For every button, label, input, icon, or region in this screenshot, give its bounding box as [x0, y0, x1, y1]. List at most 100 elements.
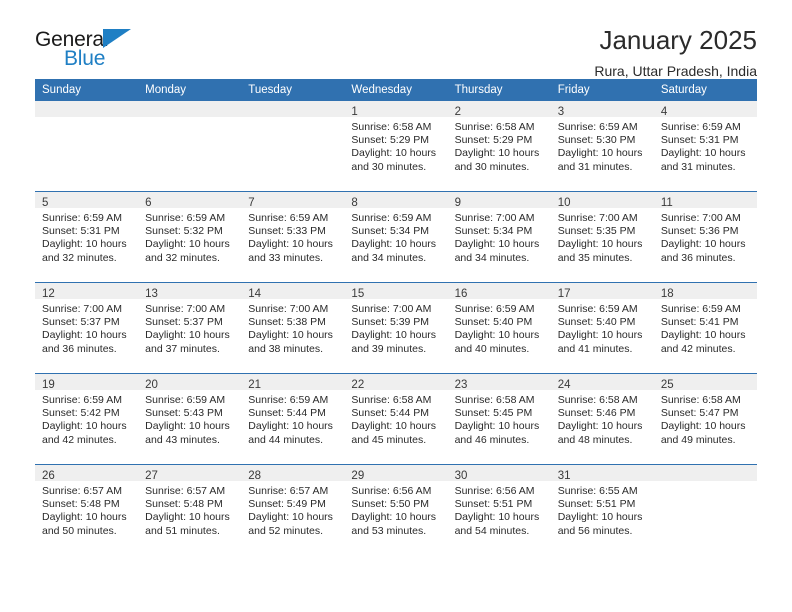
sunrise-text: Sunrise: 6:56 AM	[454, 485, 535, 497]
day-cell[interactable]: 31 Sunrise: 6:55 AM Sunset: 5:51 PM Dayligh…	[550, 464, 654, 555]
sunset-text: Sunset: 5:29 PM	[454, 134, 533, 147]
daylight-text: Daylight: 10 hours and 38 minutes.	[248, 329, 333, 355]
day-info: Sunrise: 6:59 AM Sunset: 5:44 PM Daylight:…	[241, 390, 344, 447]
day-cell[interactable]: 2 Sunrise: 6:58 AM Sunset: 5:29 PM Daylight…	[447, 101, 551, 192]
day-cell[interactable]: 29 Sunrise: 6:56 AM Sunset: 5:50 PM Dayligh…	[344, 464, 448, 555]
weekday-header-wednesday: Wednesday	[344, 79, 448, 101]
day-cell[interactable]: 14 Sunrise: 7:00 AM Sunset: 5:38 PM Dayligh…	[241, 282, 345, 374]
day-cell[interactable]: 11 Sunrise: 7:00 AM Sunset: 5:36 PM Dayligh…	[653, 191, 757, 283]
sunset-text: Sunset: 5:30 PM	[557, 134, 636, 147]
day-info: Sunrise: 6:59 AM Sunset: 5:43 PM Daylight:…	[138, 390, 241, 447]
calendar-week-row: 5 Sunrise: 6:59 AM Sunset: 5:31 PM Daylight…	[35, 191, 757, 283]
page-header: General Blue January 2025 Rura, Uttar Pr…	[35, 0, 757, 79]
calendar-week-row: 1 Sunrise: 6:58 AM Sunset: 5:29 PM Daylight…	[35, 101, 757, 192]
day-cell[interactable]: 25 Sunrise: 6:58 AM Sunset: 5:47 PM Dayligh…	[653, 373, 757, 465]
daylight-text: Daylight: 10 hours and 30 minutes.	[351, 147, 437, 173]
daylight-text: Daylight: 10 hours and 35 minutes.	[557, 238, 643, 264]
day-cell-empty	[35, 101, 139, 192]
sunset-text: Sunset: 5:40 PM	[454, 316, 533, 329]
day-cell[interactable]: 22 Sunrise: 6:58 AM Sunset: 5:44 PM Dayligh…	[344, 373, 448, 465]
day-number: 24	[550, 374, 654, 391]
daylight-text: Daylight: 10 hours and 45 minutes.	[351, 420, 437, 446]
day-cell[interactable]: 12 Sunrise: 7:00 AM Sunset: 5:37 PM Dayligh…	[35, 282, 139, 374]
daylight-text: Daylight: 10 hours and 36 minutes.	[42, 329, 127, 355]
day-number: 8	[344, 192, 448, 209]
day-cell[interactable]: 27 Sunrise: 6:57 AM Sunset: 5:48 PM Dayligh…	[138, 464, 242, 555]
daylight-text: Daylight: 10 hours and 40 minutes.	[454, 329, 540, 355]
day-cell[interactable]: 13 Sunrise: 7:00 AM Sunset: 5:37 PM Dayligh…	[138, 282, 242, 374]
weekday-header-tuesday: Tuesday	[241, 79, 345, 101]
day-cell-empty	[653, 464, 757, 555]
day-number: 20	[138, 374, 242, 391]
sunrise-text: Sunrise: 6:59 AM	[660, 121, 741, 133]
day-number: 26	[35, 465, 139, 482]
daylight-text: Daylight: 10 hours and 43 minutes.	[145, 420, 230, 446]
day-info: Sunrise: 6:59 AM Sunset: 5:40 PM Daylight:…	[551, 299, 654, 356]
day-cell[interactable]: 17 Sunrise: 6:59 AM Sunset: 5:40 PM Dayligh…	[550, 282, 654, 374]
day-cell[interactable]: 5 Sunrise: 6:59 AM Sunset: 5:31 PM Daylight…	[35, 191, 139, 283]
sunrise-text: Sunrise: 6:59 AM	[145, 212, 226, 224]
sunset-text: Sunset: 5:29 PM	[351, 134, 430, 147]
day-cell[interactable]: 4 Sunrise: 6:59 AM Sunset: 5:31 PM Daylight…	[653, 101, 757, 192]
daylight-text: Daylight: 10 hours and 39 minutes.	[351, 329, 437, 355]
day-cell[interactable]: 1 Sunrise: 6:58 AM Sunset: 5:29 PM Daylight…	[344, 101, 448, 192]
daylight-text: Daylight: 10 hours and 30 minutes.	[454, 147, 540, 173]
day-info: Sunrise: 7:00 AM Sunset: 5:37 PM Daylight:…	[138, 299, 241, 356]
day-number: 23	[447, 374, 551, 391]
daylight-text: Daylight: 10 hours and 51 minutes.	[145, 511, 230, 537]
sunrise-text: Sunrise: 6:59 AM	[557, 303, 638, 315]
day-cell[interactable]: 26 Sunrise: 6:57 AM Sunset: 5:48 PM Dayligh…	[35, 464, 139, 555]
day-number: 16	[447, 283, 551, 300]
sunset-text: Sunset: 5:38 PM	[248, 316, 326, 329]
page-subtitle: Rura, Uttar Pradesh, India	[594, 62, 757, 79]
sunset-text: Sunset: 5:41 PM	[660, 316, 739, 329]
day-cell[interactable]: 3 Sunrise: 6:59 AM Sunset: 5:30 PM Daylight…	[550, 101, 654, 192]
day-cell[interactable]: 21 Sunrise: 6:59 AM Sunset: 5:44 PM Dayligh…	[241, 373, 345, 465]
page-title: January 2025	[599, 25, 757, 55]
day-cell[interactable]: 9 Sunrise: 7:00 AM Sunset: 5:34 PM Daylight…	[447, 191, 551, 283]
day-info: Sunrise: 6:57 AM Sunset: 5:48 PM Daylight:…	[138, 481, 241, 538]
day-info: Sunrise: 7:00 AM Sunset: 5:37 PM Daylight:…	[35, 299, 138, 356]
day-number: 6	[138, 192, 242, 209]
day-number	[35, 101, 139, 117]
day-number: 12	[35, 283, 139, 300]
day-cell[interactable]: 19 Sunrise: 6:59 AM Sunset: 5:42 PM Dayligh…	[35, 373, 139, 465]
sunrise-text: Sunrise: 7:00 AM	[42, 303, 122, 315]
day-cell-empty	[241, 101, 345, 192]
day-cell[interactable]: 18 Sunrise: 6:59 AM Sunset: 5:41 PM Dayligh…	[653, 282, 757, 374]
day-info: Sunrise: 6:58 AM Sunset: 5:47 PM Daylight:…	[654, 390, 757, 447]
sunset-text: Sunset: 5:40 PM	[557, 316, 636, 329]
general-blue-logo[interactable]: General Blue	[35, 26, 155, 74]
day-info: Sunrise: 6:59 AM Sunset: 5:42 PM Daylight:…	[35, 390, 138, 447]
daylight-text: Daylight: 10 hours and 46 minutes.	[454, 420, 540, 446]
day-info: Sunrise: 6:59 AM Sunset: 5:40 PM Daylight:…	[448, 299, 551, 356]
day-cell[interactable]: 30 Sunrise: 6:56 AM Sunset: 5:51 PM Dayligh…	[447, 464, 551, 555]
daylight-text: Daylight: 10 hours and 37 minutes.	[145, 329, 230, 355]
sunset-text: Sunset: 5:48 PM	[145, 498, 223, 511]
day-cell[interactable]: 16 Sunrise: 6:59 AM Sunset: 5:40 PM Dayligh…	[447, 282, 551, 374]
day-cell[interactable]: 7 Sunrise: 6:59 AM Sunset: 5:33 PM Daylight…	[241, 191, 345, 283]
weekday-header-friday: Friday	[550, 79, 654, 101]
daylight-text: Daylight: 10 hours and 32 minutes.	[42, 238, 127, 264]
sunset-text: Sunset: 5:39 PM	[351, 316, 430, 329]
day-cell[interactable]: 24 Sunrise: 6:58 AM Sunset: 5:46 PM Dayligh…	[550, 373, 654, 465]
day-cell[interactable]: 15 Sunrise: 7:00 AM Sunset: 5:39 PM Dayligh…	[344, 282, 448, 374]
daylight-text: Daylight: 10 hours and 49 minutes.	[660, 420, 746, 446]
day-cell[interactable]: 6 Sunrise: 6:59 AM Sunset: 5:32 PM Daylight…	[138, 191, 242, 283]
sunrise-text: Sunrise: 6:59 AM	[557, 121, 638, 133]
sunrise-text: Sunrise: 6:58 AM	[660, 394, 741, 406]
day-number: 4	[653, 101, 757, 118]
sunset-text: Sunset: 5:48 PM	[42, 498, 120, 511]
day-cell[interactable]: 23 Sunrise: 6:58 AM Sunset: 5:45 PM Dayligh…	[447, 373, 551, 465]
daylight-text: Daylight: 10 hours and 50 minutes.	[42, 511, 127, 537]
day-cell[interactable]: 20 Sunrise: 6:59 AM Sunset: 5:43 PM Dayligh…	[138, 373, 242, 465]
day-cell[interactable]: 8 Sunrise: 6:59 AM Sunset: 5:34 PM Daylight…	[344, 191, 448, 283]
sunrise-text: Sunrise: 6:59 AM	[42, 394, 122, 406]
day-info: Sunrise: 6:58 AM Sunset: 5:45 PM Daylight:…	[448, 390, 551, 447]
daylight-text: Daylight: 10 hours and 31 minutes.	[557, 147, 643, 173]
sunrise-text: Sunrise: 6:57 AM	[145, 485, 226, 497]
day-cell[interactable]: 10 Sunrise: 7:00 AM Sunset: 5:35 PM Dayligh…	[550, 191, 654, 283]
day-info: Sunrise: 6:57 AM Sunset: 5:49 PM Daylight:…	[241, 481, 344, 538]
day-cell[interactable]: 28 Sunrise: 6:57 AM Sunset: 5:49 PM Dayligh…	[241, 464, 345, 555]
day-info: Sunrise: 6:57 AM Sunset: 5:48 PM Daylight:…	[35, 481, 138, 538]
